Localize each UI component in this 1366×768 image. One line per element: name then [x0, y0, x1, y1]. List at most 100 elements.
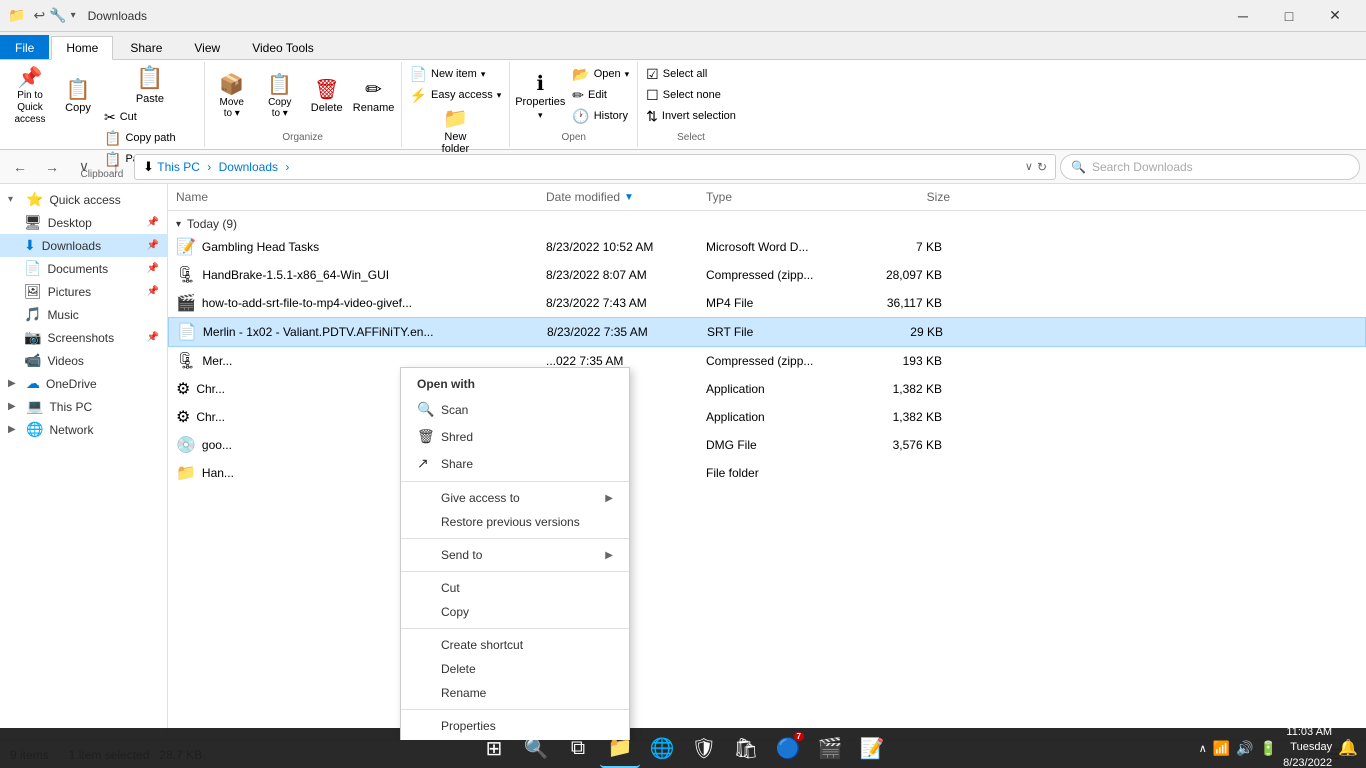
copy-to-button[interactable]: 📋 Copy to ▾	[257, 64, 303, 130]
table-row[interactable]: ⚙ Chr... ...022 7:25 AM Application 1,38…	[168, 375, 1366, 403]
sidebar-item-pictures[interactable]: 🖼 Pictures 📌	[0, 280, 167, 303]
table-row[interactable]: 🗜 Mer... ...022 7:35 AM Compressed (zipp…	[168, 347, 1366, 375]
delete-button[interactable]: 🗑 Delete	[305, 64, 349, 130]
sidebar-item-screenshots[interactable]: 📷 Screenshots 📌	[0, 326, 167, 349]
ctx-restore[interactable]: Restore previous versions	[401, 510, 629, 534]
new-item-icon: 📄	[410, 66, 427, 83]
paste-button[interactable]: 📋 Paste	[100, 64, 200, 106]
copy-icon: 📋	[66, 80, 91, 100]
ctx-scan[interactable]: 🔍 Scan	[401, 396, 629, 423]
col-header-name[interactable]: Name	[168, 188, 538, 206]
table-row[interactable]: 💿 goo... ...022 7:18 AM DMG File 3,576 K…	[168, 431, 1366, 459]
vlc-taskbar-button[interactable]: 🎬	[810, 728, 850, 768]
open-button[interactable]: 📂 Open ▾	[568, 64, 633, 84]
new-item-button[interactable]: 📄 New item ▾	[406, 64, 506, 84]
table-row[interactable]: 📝 Gambling Head Tasks 8/23/2022 10:52 AM…	[168, 233, 1366, 261]
minimize-button[interactable]: ─	[1220, 0, 1266, 32]
volume-icon[interactable]: 🔊	[1236, 740, 1253, 757]
downloads-crumb[interactable]: Downloads	[219, 160, 278, 174]
ribbon-group-new: 📄 New item ▾ ⚡ Easy access ▾ 📁 New folde…	[402, 62, 511, 147]
table-row[interactable]: ⚙ Chr... ...022 7:24 AM Application 1,38…	[168, 403, 1366, 431]
pin-indicator: 📌	[147, 240, 159, 251]
invert-selection-button[interactable]: ⇅ Invert selection	[642, 106, 740, 126]
ctx-shred[interactable]: 🗑 Shred	[401, 423, 629, 450]
refresh-button[interactable]: ↻	[1037, 160, 1047, 174]
forward-button[interactable]: →	[38, 153, 66, 181]
close-button[interactable]: ✕	[1312, 0, 1358, 32]
copy-path-button[interactable]: 📋 Copy path	[100, 128, 200, 148]
ctx-give-access-label: Give access to	[441, 491, 520, 505]
sidebar-item-music[interactable]: 🎵 Music	[0, 303, 167, 326]
mcafee-taskbar-button[interactable]: 🛡	[684, 728, 724, 768]
group-header-today[interactable]: ▾ Today (9)	[168, 211, 1366, 233]
ctx-delete-label: Delete	[441, 662, 476, 676]
sidebar-item-network[interactable]: ▶ 🌐 Network	[0, 418, 167, 441]
qa-properties[interactable]: 🔧	[49, 7, 66, 24]
ctx-give-access[interactable]: Give access to ▶	[401, 486, 629, 510]
up-button[interactable]: ↑	[102, 153, 130, 181]
sidebar-item-desktop[interactable]: 🖥 Desktop 📌	[0, 211, 167, 234]
edit-button[interactable]: ✏ Edit	[568, 85, 633, 105]
sidebar-item-quick-access[interactable]: ▾ ⭐ Quick access	[0, 188, 167, 211]
sidebar-item-downloads[interactable]: ⬇ Downloads 📌	[0, 234, 167, 257]
sidebar-item-onedrive[interactable]: ▶ ☁ OneDrive	[0, 372, 167, 395]
tab-video-tools[interactable]: Video Tools	[237, 35, 329, 59]
select-all-button[interactable]: ☑ Select all	[642, 64, 740, 84]
pin-to-quick-access-button[interactable]: 📌 Pin to Quick access	[4, 64, 56, 130]
ctx-share[interactable]: ↗ Share	[401, 450, 629, 477]
recent-button[interactable]: ∨	[70, 153, 98, 181]
edge-taskbar-button[interactable]: 🌐	[642, 728, 682, 768]
sidebar-item-this-pc[interactable]: ▶ 💻 This PC	[0, 395, 167, 418]
move-to-button[interactable]: 📦 Move to ▾	[209, 64, 255, 130]
store-taskbar-button[interactable]: 🛍	[726, 728, 766, 768]
table-row[interactable]: 🎬 how-to-add-srt-file-to-mp4-video-givef…	[168, 289, 1366, 317]
search-box[interactable]: 🔍 Search Downloads	[1060, 154, 1360, 180]
address-dropdown[interactable]: ∨	[1025, 160, 1033, 173]
table-row[interactable]: 🗜 HandBrake-1.5.1-x86_64-Win_GUI 8/23/20…	[168, 261, 1366, 289]
maximize-button[interactable]: □	[1266, 0, 1312, 32]
ctx-send-to[interactable]: Send to ▶	[401, 543, 629, 567]
ctx-properties[interactable]: Properties	[401, 714, 629, 738]
ctx-cut[interactable]: Cut	[401, 576, 629, 600]
this-pc-crumb[interactable]: This PC	[157, 160, 200, 174]
easy-access-button[interactable]: ⚡ Easy access ▾	[406, 85, 506, 105]
system-clock[interactable]: 11:03 AM Tuesday 8/23/2022	[1283, 725, 1332, 768]
notification-icon[interactable]: 🔔	[1338, 738, 1358, 758]
table-row[interactable]: 📄 Merlin - 1x02 - Valiant.PDTV.AFFiNiTY.…	[168, 317, 1366, 347]
file-size-cell: 193 KB	[858, 352, 958, 370]
sidebar-item-videos[interactable]: 📹 Videos	[0, 349, 167, 372]
ctx-delete[interactable]: Delete	[401, 657, 629, 681]
desktop-icon: 🖥	[24, 214, 42, 231]
tab-file[interactable]: File	[0, 35, 49, 59]
sidebar-item-documents[interactable]: 📄 Documents 📌	[0, 257, 167, 280]
tab-share[interactable]: Share	[115, 35, 177, 59]
qa-undo[interactable]: ↩	[33, 7, 45, 24]
history-button[interactable]: 🕐 History	[568, 106, 633, 126]
address-input[interactable]: ⬇ This PC › Downloads › ∨ ↻	[134, 154, 1056, 180]
tab-home[interactable]: Home	[51, 36, 113, 60]
table-row[interactable]: 📁 Han... ...022 8:12 AM File folder	[168, 459, 1366, 487]
file-type-icon: ⚙	[176, 379, 190, 399]
qa-dropdown[interactable]: ▾	[71, 10, 76, 21]
col-header-size[interactable]: Size	[858, 188, 958, 206]
paste-label: Paste	[136, 93, 164, 105]
word-taskbar-button[interactable]: 📝	[852, 728, 892, 768]
rename-button[interactable]: ✏ Rename	[351, 64, 397, 130]
ctx-rename[interactable]: Rename	[401, 681, 629, 705]
col-header-type[interactable]: Type	[698, 188, 858, 206]
ctx-create-shortcut[interactable]: Create shortcut	[401, 633, 629, 657]
col-header-date[interactable]: Date modified ▼	[538, 188, 698, 206]
new-folder-button[interactable]: 📁 New folder	[430, 105, 480, 159]
file-type-icon: 📝	[176, 237, 196, 257]
cut-button[interactable]: ✂ Cut	[100, 107, 200, 127]
copy-button[interactable]: 📋 Copy	[58, 64, 98, 130]
submenu-arrow: ▶	[605, 550, 613, 561]
chrome-taskbar-button[interactable]: 🔵 7	[768, 728, 808, 768]
ctx-copy[interactable]: Copy	[401, 600, 629, 624]
select-none-button[interactable]: ☐ Select none	[642, 85, 740, 105]
chevron-up-icon[interactable]: ∧	[1199, 742, 1207, 755]
move-icon: 📦	[219, 75, 244, 95]
tab-view[interactable]: View	[179, 35, 235, 59]
properties-button[interactable]: ℹ Properties ▾	[514, 64, 566, 130]
back-button[interactable]: ←	[6, 153, 34, 181]
